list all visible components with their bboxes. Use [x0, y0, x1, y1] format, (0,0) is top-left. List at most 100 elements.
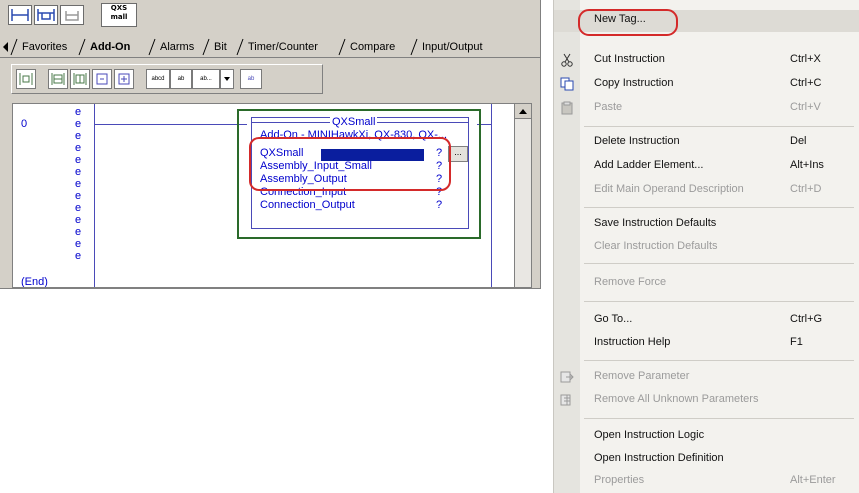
menu-item-edit-main-operand-description[interactable]: Edit Main Operand Description Ctrl+D — [554, 180, 859, 202]
tag-browse-button[interactable]: ... — [448, 146, 468, 162]
menu-item-shortcut: Ctrl+D — [790, 183, 822, 195]
edit-marker: e — [75, 214, 82, 226]
menu-item-label: Add Ladder Element... — [594, 159, 704, 171]
menu-item-remove-parameter[interactable]: Remove Parameter — [554, 367, 859, 389]
remove-all-parameters-icon — [560, 394, 571, 406]
branch-icon — [37, 9, 55, 21]
menu-item-remove-force[interactable]: Remove Force — [554, 273, 859, 295]
menu-item-shortcut: Ctrl+G — [790, 313, 823, 325]
menu-item-properties[interactable]: Properties Alt+Enter — [554, 471, 859, 493]
aoi-param-connection-output: Connection_Output — [260, 199, 355, 211]
menu-separator — [584, 263, 854, 264]
menu-item-label: Clear Instruction Defaults — [594, 240, 718, 252]
aoi-param-value: ? — [436, 199, 443, 211]
menu-item-label: Properties — [594, 474, 645, 486]
scissors-icon — [561, 53, 573, 67]
tab-add-on[interactable]: Add-On — [84, 39, 136, 55]
edit-marker: e — [75, 202, 82, 214]
menu-item-delete-instruction[interactable]: Delete Instruction Del — [554, 132, 859, 154]
edit-marker: e — [75, 118, 82, 130]
qxs-button-line2: mall — [110, 13, 128, 21]
tab-input-output[interactable]: Input/Output — [416, 39, 489, 55]
menu-item-open-instruction-logic[interactable]: Open Instruction Logic — [554, 426, 859, 448]
menu-separator — [584, 207, 854, 208]
rung-icon — [11, 9, 29, 21]
tab-alarms[interactable]: Alarms — [154, 39, 200, 55]
ladder-rung-area[interactable]: 0 e e e e e e e e e e e e e QXSmall Add-… — [12, 103, 515, 288]
new-tag-highlight-annotation — [578, 9, 678, 36]
menu-item-cut-instruction[interactable]: Cut Instruction Ctrl+X — [554, 50, 859, 72]
edit-marker: e — [75, 166, 82, 178]
tool-button-2[interactable] — [48, 69, 68, 89]
menu-item-label: Remove Force — [594, 276, 667, 288]
tab-scroll-left-icon[interactable] — [2, 38, 10, 56]
scroll-up-button[interactable] — [515, 104, 531, 119]
tab-timer-counter[interactable]: Timer/Counter — [242, 39, 324, 55]
menu-item-label: Save Instruction Defaults — [594, 217, 717, 229]
menu-item-shortcut: Ctrl+X — [790, 53, 821, 65]
menu-item-add-ladder-element[interactable]: Add Ladder Element... Alt+Ins — [554, 156, 859, 178]
instruction-icon — [51, 73, 65, 85]
branch-button[interactable] — [34, 5, 58, 25]
menu-item-go-to[interactable]: Go To... Ctrl+G — [554, 310, 859, 332]
edit-marker: e — [75, 178, 82, 190]
remove-parameter-icon — [560, 371, 574, 383]
menu-item-instruction-help[interactable]: Instruction Help F1 — [554, 333, 859, 355]
chevron-up-icon — [519, 109, 527, 114]
tool-button-1[interactable] — [16, 69, 36, 89]
parameter-highlight-annotation — [249, 137, 451, 191]
tool-button-ab-tag[interactable]: ab — [240, 69, 262, 89]
edit-marker: e — [75, 142, 82, 154]
menu-separator — [584, 418, 854, 419]
rung-button[interactable] — [8, 5, 32, 25]
menu-item-label: Open Instruction Definition — [594, 452, 724, 464]
instruction-icon — [96, 73, 108, 85]
menu-item-label: Remove All Unknown Parameters — [594, 393, 759, 405]
tool-button-5[interactable] — [114, 69, 134, 89]
tool-button-3[interactable] — [70, 69, 90, 89]
tab-compare[interactable]: Compare — [344, 39, 401, 55]
edit-marker: e — [75, 130, 82, 142]
tool-button-4[interactable] — [92, 69, 112, 89]
branch-level-icon — [65, 11, 79, 21]
tool-button-abcd[interactable]: abcd — [146, 69, 170, 89]
qxs-button-line1: QXS — [110, 4, 128, 12]
instruction-icon — [73, 73, 87, 85]
menu-item-shortcut: Alt+Ins — [790, 159, 824, 171]
branch-level-button[interactable] — [60, 5, 84, 25]
vertical-scrollbar[interactable] — [514, 103, 532, 288]
menu-item-remove-all-unknown-parameters[interactable]: Remove All Unknown Parameters — [554, 390, 859, 412]
paste-icon — [561, 101, 573, 115]
menu-item-label: Delete Instruction — [594, 135, 680, 147]
menu-item-shortcut: Ctrl+C — [790, 77, 822, 89]
menu-item-shortcut: Alt+Enter — [790, 474, 836, 486]
menu-item-label: Open Instruction Logic — [594, 429, 705, 441]
tool-button-ab-dropdown[interactable]: ab... — [192, 69, 220, 89]
right-power-rail — [491, 104, 492, 287]
instruction-icon — [118, 73, 130, 85]
left-power-rail — [94, 104, 95, 287]
tool-button-ab[interactable]: ab — [170, 69, 192, 89]
addon-instruction-toolbar: abcd ab ab... ab — [11, 64, 323, 94]
edit-marker: e — [75, 190, 82, 202]
tab-bit[interactable]: Bit — [208, 39, 233, 55]
menu-separator — [584, 126, 854, 127]
instruction-tab-row: Favorites Add-On Alarms Bit Timer/Counte… — [0, 38, 540, 58]
menu-item-copy-instruction[interactable]: Copy Instruction Ctrl+C — [554, 74, 859, 96]
menu-item-label: Copy Instruction — [594, 77, 674, 89]
ladder-editor: QXS mall Favorites Add-On Alarms Bit Tim… — [0, 0, 541, 289]
qxsmall-instruction-button[interactable]: QXS mall — [101, 3, 137, 27]
menu-item-paste[interactable]: Paste Ctrl+V — [554, 98, 859, 120]
menu-item-label: Remove Parameter — [594, 370, 690, 382]
menu-item-clear-instruction-defaults[interactable]: Clear Instruction Defaults — [554, 237, 859, 259]
edit-marker: e — [75, 250, 82, 262]
menu-item-save-instruction-defaults[interactable]: Save Instruction Defaults — [554, 214, 859, 236]
tool-dropdown-arrow[interactable] — [220, 69, 234, 89]
chevron-down-icon — [224, 77, 230, 81]
tab-favorites[interactable]: Favorites — [16, 39, 73, 55]
menu-item-open-instruction-definition[interactable]: Open Instruction Definition — [554, 449, 859, 471]
rung-wire — [95, 124, 247, 125]
edit-marker: e — [75, 106, 82, 118]
edit-marker: e — [75, 226, 82, 238]
aoi-instruction-name: QXSmall — [330, 116, 378, 128]
